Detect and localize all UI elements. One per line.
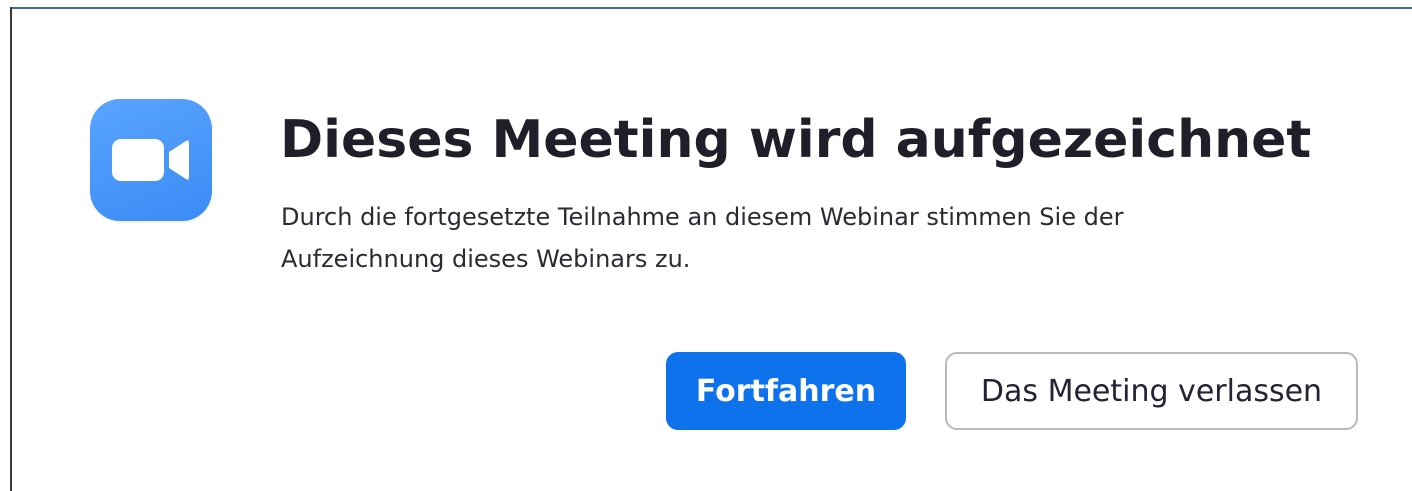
recording-consent-dialog: Dieses Meeting wird aufgezeichnet Durch … xyxy=(0,0,1412,491)
continue-button[interactable]: Fortfahren xyxy=(666,352,906,430)
dialog-description: Durch die fortgesetzte Teilnahme an dies… xyxy=(281,203,1124,273)
dialog-title: Dieses Meeting wird aufgezeichnet xyxy=(280,110,1312,170)
video-camera-icon xyxy=(112,139,189,181)
window-border-top xyxy=(10,7,1412,9)
zoom-app-icon xyxy=(90,99,212,221)
leave-meeting-button[interactable]: Das Meeting verlassen xyxy=(945,352,1358,430)
window-border-left xyxy=(10,7,12,491)
